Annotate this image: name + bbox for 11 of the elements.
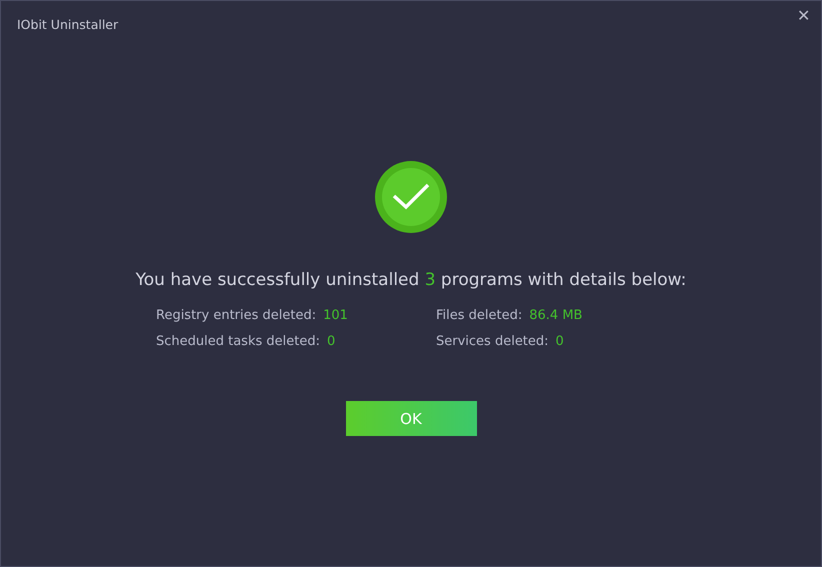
stat-value: 101 [323, 308, 348, 323]
stat-value: 86.4 MB [529, 308, 582, 323]
stat-label: Registry entries deleted: [156, 308, 316, 323]
stat-label: Services deleted: [436, 334, 549, 349]
stat-label: Scheduled tasks deleted: [156, 334, 320, 349]
stat-label: Files deleted: [436, 308, 522, 323]
close-button[interactable]: ✕ [793, 7, 814, 27]
stat-value: 0 [556, 334, 564, 349]
stat-value: 0 [326, 334, 336, 349]
result-message: You have successfully uninstalled 3 programs with details below: [136, 270, 686, 290]
window-title: IObit Uninstaller [17, 17, 118, 32]
